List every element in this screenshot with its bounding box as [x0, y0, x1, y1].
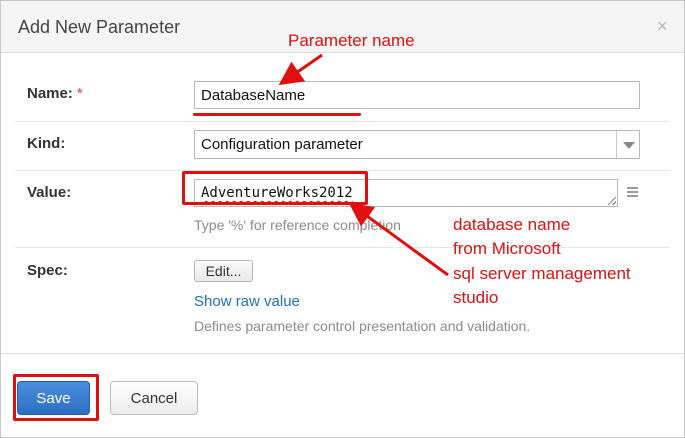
kind-label: Kind:: [27, 135, 66, 152]
footer-divider: [1, 353, 684, 354]
name-input[interactable]: [194, 81, 640, 109]
kind-select-toggle[interactable]: [616, 131, 639, 158]
annotation-line: from Microsoft: [453, 239, 561, 258]
kind-select[interactable]: Configuration parameter: [194, 130, 640, 159]
show-raw-value-link[interactable]: Show raw value: [194, 293, 300, 310]
annotation-line: sql server management: [453, 264, 631, 283]
name-label: Name: *: [27, 85, 83, 102]
dialog-title: Add New Parameter: [18, 17, 181, 37]
row-divider: [15, 247, 670, 248]
annotation-save-highlight: [13, 374, 99, 421]
annotation-line: database name: [453, 215, 571, 234]
list-icon[interactable]: [627, 187, 638, 197]
spec-label: Spec:: [27, 262, 68, 279]
annotation-value-highlight: [182, 171, 368, 205]
chevron-down-icon: [623, 142, 635, 149]
row-divider: [15, 121, 670, 122]
resize-handle-icon[interactable]: [608, 197, 616, 205]
spec-description: Defines parameter control presentation a…: [194, 318, 531, 334]
add-parameter-dialog: Add New Parameter × Name:* Kind: Configu…: [0, 0, 685, 438]
name-label-text: Name:: [27, 85, 73, 102]
cancel-button[interactable]: Cancel: [110, 381, 198, 415]
annotation-underline: [193, 113, 361, 116]
value-label: Value:: [27, 184, 72, 201]
kind-select-value: Configuration parameter: [201, 136, 363, 153]
edit-spec-button[interactable]: Edit...: [194, 260, 253, 282]
reference-hint: Type '%' for reference completion: [194, 217, 401, 233]
close-icon[interactable]: ×: [657, 17, 668, 35]
required-mark: *: [76, 85, 83, 102]
annotation-line: studio: [453, 288, 499, 307]
annotation-parameter-name: Parameter name: [288, 31, 415, 50]
